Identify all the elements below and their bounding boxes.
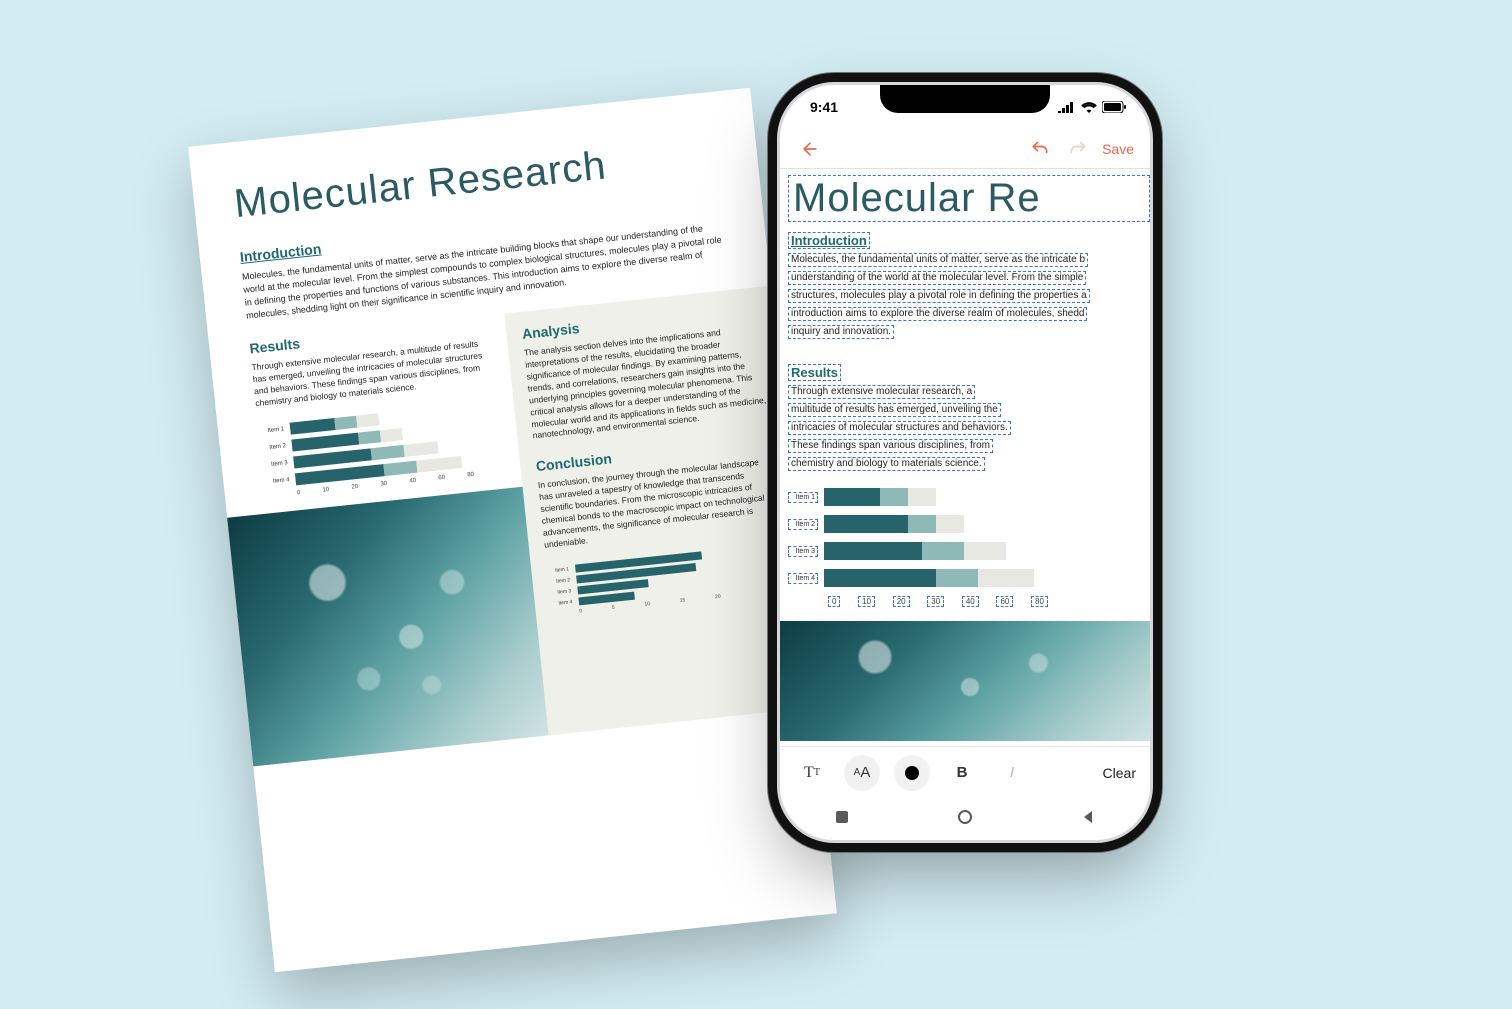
redo-button[interactable] — [1064, 135, 1092, 163]
bold-button[interactable]: B — [944, 755, 980, 791]
nav-recent-button[interactable] — [835, 810, 849, 829]
phone-notch — [880, 85, 1050, 113]
bar-label: Item 1 — [258, 426, 284, 435]
system-nav-bar — [780, 798, 1150, 840]
editor-toolbar: Save — [780, 129, 1150, 169]
undo-icon — [1030, 139, 1050, 159]
text-case-button[interactable]: AA — [844, 755, 880, 791]
status-icons — [1058, 101, 1126, 113]
conclusion-bar-chart: Item 1 Item 2 Item 3 Item 4 0 5 10 15 20 — [547, 550, 721, 617]
left-column: Results Through extensive molecular rese… — [249, 316, 528, 762]
bar-label-selected[interactable]: Item 4 — [788, 573, 818, 584]
save-button[interactable]: Save — [1102, 141, 1134, 157]
bar-label: Item 2 — [260, 443, 286, 452]
bar-label: Item 1 — [547, 566, 570, 574]
nav-home-button[interactable] — [958, 810, 972, 829]
bar-label: Item 4 — [263, 477, 289, 486]
bar-label: Item 3 — [549, 588, 572, 596]
battery-icon — [1102, 101, 1126, 113]
clear-button[interactable]: Clear — [1103, 765, 1136, 781]
document-sheet: Molecular Research Introduction Molecule… — [188, 88, 837, 973]
canvas-intro-body[interactable]: Molecules, the fundamental units of matt… — [788, 252, 1150, 342]
editor-canvas[interactable]: Molecular Re Introduction Molecules, the… — [780, 169, 1150, 746]
text-size-button[interactable]: TT — [794, 755, 830, 791]
redo-icon — [1068, 139, 1088, 159]
italic-button[interactable]: I — [994, 755, 1030, 791]
canvas-chart-axis[interactable]: 0 10 20 30 40 60 80 — [828, 596, 1048, 607]
bar-label: Item 4 — [550, 599, 573, 607]
canvas-results-body[interactable]: Through extensive molecular research, a … — [788, 384, 1150, 474]
back-button[interactable] — [796, 135, 824, 163]
nav-back-button[interactable] — [1081, 810, 1095, 829]
canvas-intro-heading[interactable]: Introduction — [788, 232, 870, 249]
undo-button[interactable] — [1026, 135, 1054, 163]
analysis-body: The analysis section delves into the imp… — [524, 323, 769, 442]
bar-label-selected[interactable]: Item 1 — [788, 492, 818, 503]
molecule-illustration — [227, 485, 561, 766]
canvas-results-heading[interactable]: Results — [788, 364, 841, 381]
right-column: Analysis The analysis section delves int… — [504, 286, 815, 735]
wifi-icon — [1081, 101, 1097, 113]
two-column-layout: Results Through extensive molecular rese… — [249, 290, 776, 762]
bar-label-selected[interactable]: Item 3 — [788, 546, 818, 557]
canvas-bar-chart[interactable]: Item 1 Item 2 Item 3 Item 4 0 10 20 30 4… — [788, 488, 1048, 607]
canvas-molecule-illustration[interactable] — [780, 621, 1150, 741]
cellular-icon — [1058, 101, 1076, 113]
arrow-left-icon — [800, 139, 820, 159]
bar-label-selected[interactable]: Item 2 — [788, 519, 818, 530]
color-fill-button[interactable] — [894, 755, 930, 791]
bar-label: Item 3 — [262, 460, 288, 469]
canvas-title-selected[interactable]: Molecular Re — [788, 175, 1150, 222]
bar-label: Item 2 — [548, 577, 571, 585]
phone-mockup: 9:41 Save Molecular Re Introduction Mole… — [780, 85, 1150, 840]
status-time: 9:41 — [810, 99, 838, 115]
format-toolbar: TT AA B I Clear — [780, 746, 1150, 798]
results-bar-chart: Item 1 Item 2 Item 3 Item 4 0 10 20 30 4… — [258, 404, 475, 500]
